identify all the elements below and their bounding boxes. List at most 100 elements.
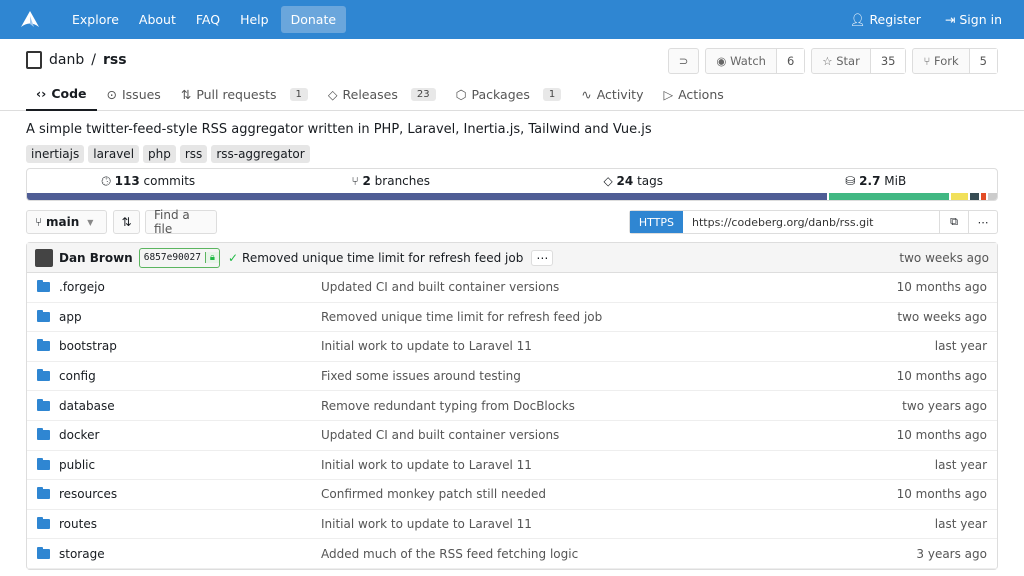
repo-owner-link[interactable]: danb [49, 52, 84, 68]
file-name-link[interactable]: database [59, 399, 115, 413]
file-row: .forgejo Updated CI and built container v… [27, 273, 997, 303]
find-file-button[interactable]: Find a file [145, 208, 217, 236]
language-segment[interactable] [829, 193, 950, 200]
code-icon: ‹› [36, 86, 47, 101]
watch-count[interactable]: 6 [775, 49, 805, 73]
https-button[interactable]: HTTPS [629, 211, 683, 233]
file-name-link[interactable]: .forgejo [59, 280, 105, 294]
signin-link[interactable]: ⇥ Sign in [935, 6, 1012, 34]
file-commit-message[interactable]: Fixed some issues around testing [321, 369, 897, 383]
file-name-link[interactable]: config [59, 369, 96, 383]
star-button[interactable]: ☆ Star 35 [811, 48, 907, 74]
commit-time: two weeks ago [899, 250, 989, 265]
file-commit-message[interactable]: Added much of the RSS feed fetching logi… [321, 547, 916, 561]
star-count[interactable]: 35 [869, 49, 906, 73]
file-name-link[interactable]: storage [59, 547, 105, 561]
rss-icon: ⊃ [678, 54, 689, 68]
topics: inertiajs laravel php rss rss-aggregator [26, 145, 310, 163]
ellipsis-button[interactable]: ⋯ [531, 249, 554, 266]
file-commit-message[interactable]: Initial work to update to Laravel 11 [321, 517, 935, 531]
star-icon: ☆ [822, 54, 837, 68]
tab-packages[interactable]: ⬡ Packages 1 [446, 83, 572, 111]
watch-button[interactable]: ◉ Watch 6 [705, 48, 806, 74]
file-name-link[interactable]: docker [59, 428, 99, 442]
file-name-link[interactable]: resources [59, 487, 117, 501]
tab-code[interactable]: ‹› Code [26, 83, 97, 111]
topic-tag[interactable]: inertiajs [26, 145, 85, 163]
file-row: database Remove redundant typing from Doc… [27, 391, 997, 421]
file-commit-time: last year [934, 517, 987, 532]
tags-link[interactable]: ◇ 24 tags [512, 174, 755, 188]
file-commit-time: 10 months ago [896, 428, 987, 443]
commit-sha-badge[interactable]: 6857e90027 🔒︎ [138, 247, 220, 268]
fork-count[interactable]: 5 [968, 49, 997, 73]
count-badge: 23 [410, 88, 436, 101]
language-segment[interactable] [981, 193, 987, 200]
topic-tag[interactable]: laravel [88, 145, 140, 163]
file-name-link[interactable]: app [59, 310, 82, 324]
language-segment[interactable] [27, 193, 828, 200]
language-segment[interactable] [951, 193, 968, 200]
language-bar[interactable] [27, 193, 997, 200]
language-segment[interactable] [969, 193, 980, 200]
compare-button[interactable]: ⇅ [113, 210, 140, 234]
nav-donate[interactable]: Donate [280, 6, 347, 33]
repo-name-link[interactable]: rss [103, 52, 127, 68]
register-link[interactable]: 👤︎ Register [840, 6, 931, 34]
file-name-link[interactable]: routes [59, 517, 97, 531]
nav-help[interactable]: Help [230, 6, 279, 33]
fork-button[interactable]: ⑂ Fork 5 [912, 48, 998, 74]
file-table: Dan Brown 6857e90027 🔒︎ ✓ Removed unique … [26, 242, 998, 570]
codeberg-logo[interactable] [18, 8, 42, 32]
clone-url-input[interactable]: https://codeberg.org/danb/rss.git [683, 211, 939, 233]
avatar[interactable] [35, 248, 53, 267]
nav-faq[interactable]: FAQ [186, 6, 230, 33]
language-segment[interactable] [988, 193, 997, 200]
branches-link[interactable]: ⑂ 2 branches [270, 174, 513, 188]
size-value: 2.7 [859, 174, 881, 188]
tab-issues[interactable]: ⊙ Issues [97, 83, 171, 111]
tags-count: 24 [616, 174, 634, 188]
rss-button[interactable]: ⊃ [667, 48, 700, 74]
commit-message[interactable]: Removed unique time limit for refresh fe… [242, 251, 523, 265]
tab-releases[interactable]: ◇ Releases 23 [318, 83, 446, 111]
file-row: app Removed unique time limit for refresh… [27, 303, 997, 333]
eye-icon: ◉ [716, 54, 731, 68]
nav-explore[interactable]: Explore [62, 6, 129, 33]
commits-link[interactable]: 🕓︎ 113 commits [27, 174, 270, 189]
topic-tag[interactable]: rss [179, 145, 208, 163]
branch-selector[interactable]: ⑂ main ▼ [26, 210, 107, 234]
branch-icon: ⑂ [35, 215, 47, 229]
topic-tag[interactable]: php [143, 145, 176, 163]
commit-sha: 6857e90027 [143, 252, 201, 263]
file-name-link[interactable]: bootstrap [59, 339, 117, 353]
file-commit-message[interactable]: Updated CI and built container versions [321, 428, 897, 442]
commit-author[interactable]: Dan Brown [59, 251, 133, 265]
file-commit-message[interactable]: Initial work to update to Laravel 11 [321, 339, 935, 353]
folder-icon [37, 309, 50, 322]
file-commit-message[interactable]: Updated CI and built container versions [321, 280, 897, 294]
tab-actions[interactable]: ▷ Actions [653, 83, 733, 111]
file-commit-message[interactable]: Remove redundant typing from DocBlocks [321, 399, 902, 413]
file-commit-message[interactable]: Initial work to update to Laravel 11 [321, 458, 935, 472]
signin-icon: ⇥ [944, 11, 960, 27]
tab-activity[interactable]: ∿ Activity [571, 83, 653, 111]
repo-header: danb / rss ⊃ ◉ Watch 6 ☆ Star 35 ⑂ Fork 5 ‹› C… [0, 39, 1024, 111]
file-row: public Initial work to update to Laravel … [27, 451, 997, 481]
file-row: bootstrap Initial work to update to Larav… [27, 332, 997, 362]
separator: / [91, 52, 96, 68]
copy-button[interactable]: ⧉ [939, 211, 968, 233]
copy-icon: ⧉ [950, 215, 958, 228]
file-name-link[interactable]: public [59, 458, 95, 472]
more-button[interactable]: ⋯ [968, 211, 997, 233]
file-commit-time: 10 months ago [896, 280, 987, 295]
tab-label: Actions [678, 87, 724, 102]
file-row: docker Updated CI and built container ver… [27, 421, 997, 451]
tab-label: Packages [471, 87, 530, 102]
file-commit-message[interactable]: Confirmed monkey patch still needed [321, 487, 897, 501]
topic-tag[interactable]: rss-aggregator [211, 145, 310, 163]
tab-pull-requests[interactable]: ⇅ Pull requests 1 [171, 83, 318, 111]
file-commit-message[interactable]: Removed unique time limit for refresh fe… [321, 310, 897, 324]
repo-size: ⛁ 2.7 MiB [845, 174, 907, 188]
nav-about[interactable]: About [129, 6, 186, 33]
